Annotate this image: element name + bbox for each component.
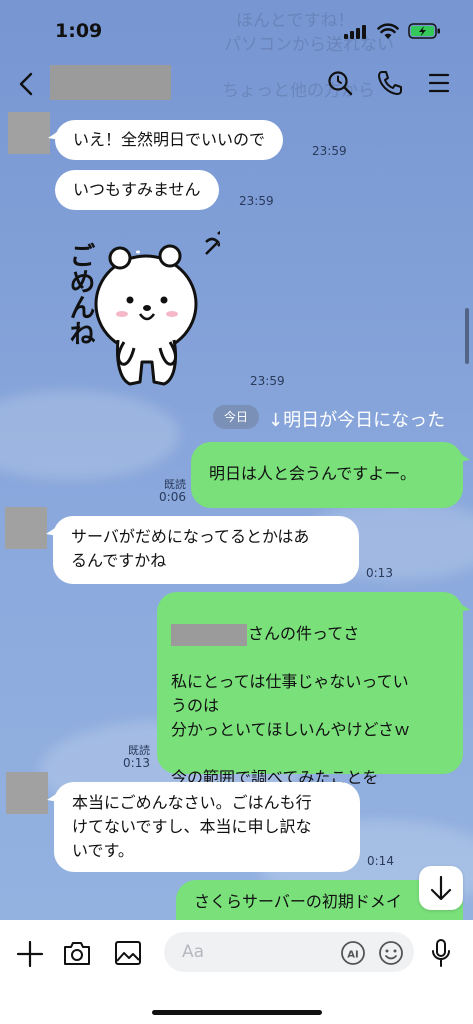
chat-header <box>0 62 473 106</box>
message-bubble-incoming[interactable]: いえ！全然明日でいいので <box>47 120 284 160</box>
arrow-down-icon <box>430 875 452 901</box>
sticker-caption: ごめんね <box>65 242 95 346</box>
message-text-part: さんの件ってさ <box>248 624 360 643</box>
date-pill-today: 今日 <box>213 405 259 429</box>
phone-icon[interactable] <box>377 70 403 96</box>
message-time: 0:14 <box>367 854 394 868</box>
camera-icon[interactable] <box>63 940 91 966</box>
name-redacted <box>171 624 247 646</box>
emoji-icon[interactable] <box>378 940 404 966</box>
image-icon[interactable] <box>114 940 142 966</box>
message-bubble-incoming[interactable]: サーバがだめになってるとかはあ るんですかね <box>46 516 359 584</box>
search-icon[interactable] <box>327 70 353 96</box>
message-first-line: さんの件ってさ <box>171 622 449 646</box>
avatar[interactable] <box>8 112 50 154</box>
cellular-signal-icon <box>344 25 366 39</box>
message-bubble-outgoing[interactable]: 明日は人と会うんですよー。 <box>191 442 470 508</box>
message-time: 23:59 <box>239 194 274 208</box>
scrollbar[interactable] <box>465 308 469 364</box>
svg-text:AI: AI <box>347 950 358 961</box>
status-time: 1:09 <box>55 20 103 42</box>
avatar[interactable] <box>6 772 48 814</box>
message-input-placeholder: Aa <box>182 942 205 962</box>
message-time: 23:59 <box>312 144 347 158</box>
ai-icon[interactable]: AI <box>340 940 366 966</box>
wifi-icon <box>377 23 399 39</box>
avatar[interactable] <box>5 507 47 549</box>
plus-icon[interactable] <box>16 940 44 968</box>
message-bubble-incoming[interactable]: いつもすみません <box>55 170 219 210</box>
message-bubble-outgoing[interactable]: さんの件ってさ 私にとっては仕事じゃないってい うのは 分かっといてほしいんやけ… <box>157 592 470 811</box>
menu-icon[interactable] <box>428 72 450 94</box>
message-bubble-incoming[interactable]: 本当にごめんなさい。ごはんも行 けてないですし、本当に申し訳な いです。 <box>47 782 360 872</box>
input-bar: Aa AI <box>0 920 473 1024</box>
contact-name-redacted[interactable] <box>50 65 171 100</box>
battery-charging-icon <box>408 23 440 39</box>
message-input[interactable]: Aa AI <box>164 932 414 972</box>
status-bar: 1:09 <box>0 0 473 62</box>
home-indicator <box>152 1010 322 1015</box>
annotation-text: ↓明日が今日になった <box>268 410 446 431</box>
chevron-left-icon[interactable] <box>16 72 36 96</box>
message-time: 0:13 <box>123 756 150 770</box>
message-time: 23:59 <box>250 374 285 388</box>
mic-icon[interactable] <box>430 938 452 968</box>
scroll-to-bottom-button[interactable] <box>419 866 463 910</box>
message-time: 0:06 <box>159 490 186 504</box>
message-time: 0:13 <box>366 566 393 580</box>
